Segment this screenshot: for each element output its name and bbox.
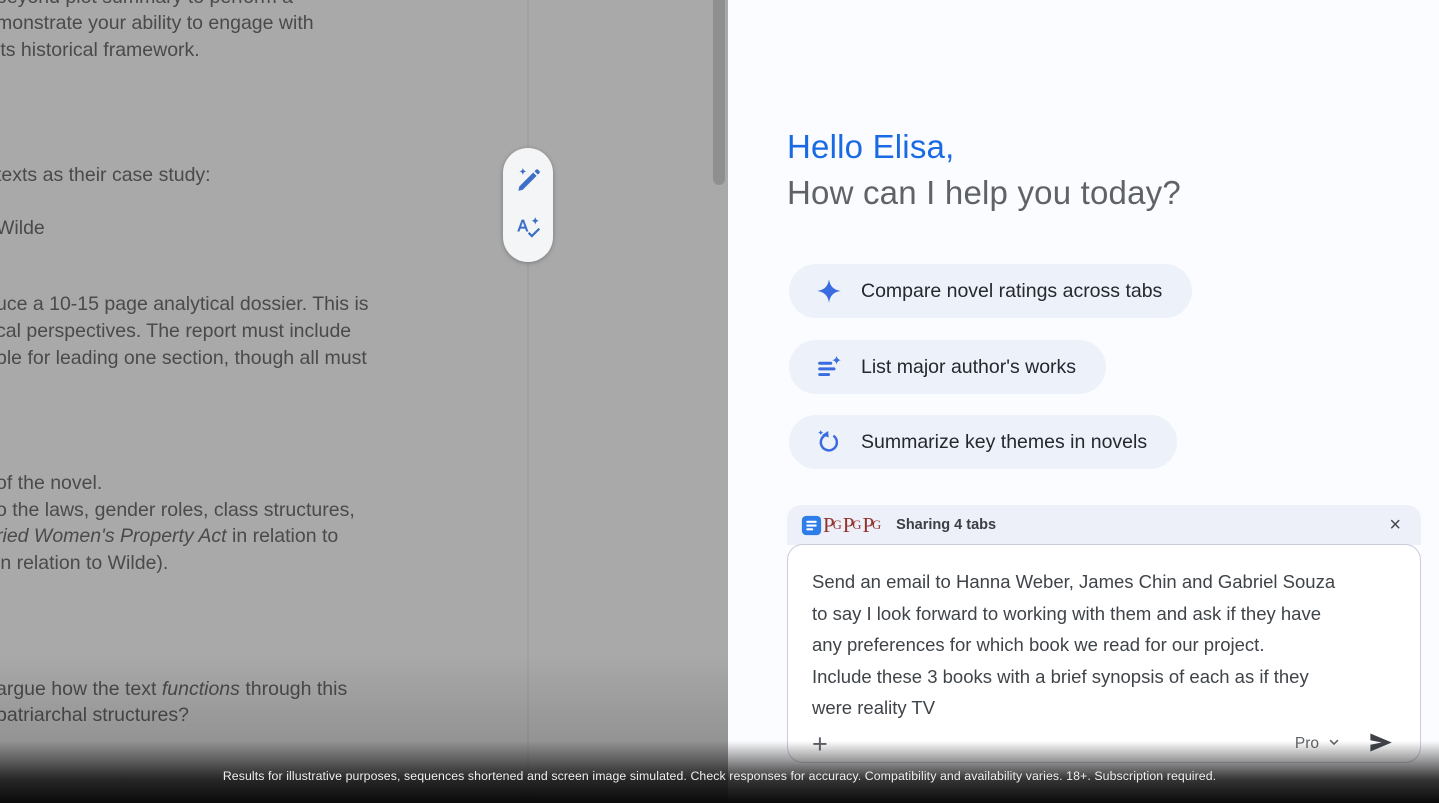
document-text-line: in relation to Wilde). xyxy=(0,550,168,577)
sharing-tabs-label: Sharing 4 tabs xyxy=(896,517,996,533)
document-text-line: patriarchal structures? xyxy=(0,702,189,729)
refresh-spark-icon xyxy=(815,429,842,456)
pencil-spark-icon xyxy=(515,166,542,196)
greeting: Hello Elisa, How can I help you today? xyxy=(787,124,1181,216)
suggestion-chip-compare-ratings[interactable]: Compare novel ratings across tabs xyxy=(789,264,1192,318)
disclaimer-text: Results for illustrative purposes, seque… xyxy=(0,769,1439,783)
document-text-line: uce a 10-15 page analytical dossier. Thi… xyxy=(0,291,369,318)
gemini-spark-icon xyxy=(815,278,842,305)
spellcheck-spark-icon xyxy=(515,214,542,244)
suggestion-chip-list-works[interactable]: List major author's works xyxy=(789,340,1106,394)
gutenberg-favicon: PG xyxy=(823,515,842,536)
document-text-line: of the novel. xyxy=(0,470,102,497)
proofread-button[interactable] xyxy=(514,215,542,243)
close-icon[interactable]: × xyxy=(1387,515,1403,535)
dimmed-document-backdrop: beyond plot summary to perform a monstra… xyxy=(0,0,728,803)
gemini-side-panel: Hello Elisa, How can I help you today? C… xyxy=(728,0,1439,803)
sharing-tabs-bar: PG PG PG Sharing 4 tabs × xyxy=(787,505,1421,545)
shared-tab-favicons: PG PG PG xyxy=(801,515,881,536)
prompt-text-line: any preferences for which book we read f… xyxy=(812,629,1402,661)
document-page-divider xyxy=(527,0,529,803)
document-text-line: o the laws, gender roles, class structur… xyxy=(0,497,355,524)
disclaimer-bar: Results for illustrative purposes, seque… xyxy=(0,741,1439,803)
list-spark-icon xyxy=(815,354,842,381)
prompt-text-line: Include these 3 books with a brief synop… xyxy=(812,661,1402,693)
writing-tools-pill xyxy=(503,148,553,262)
document-scrollbar-thumb[interactable] xyxy=(713,0,725,185)
prompt-input-card: Send an email to Hanna Weber, James Chin… xyxy=(787,544,1421,763)
document-text-line: its historical framework. xyxy=(0,37,200,64)
document-text-line: argue how the text functions through thi… xyxy=(0,676,347,703)
help-me-write-button[interactable] xyxy=(514,167,542,195)
prompt-text-line: were reality TV xyxy=(812,692,1402,724)
gutenberg-favicon: PG xyxy=(843,515,862,536)
gutenberg-favicon: PG xyxy=(862,515,881,536)
prompt-text-line: Send an email to Hanna Weber, James Chin… xyxy=(812,566,1402,598)
document-text-line: texts as their case study: xyxy=(0,162,211,189)
prompt-text-line: to say I look forward to working with th… xyxy=(812,598,1402,630)
document-text-line: monstrate your ability to engage with xyxy=(0,10,314,37)
document-text-line: cal perspectives. The report must includ… xyxy=(0,318,351,345)
greeting-question: How can I help you today? xyxy=(787,170,1181,216)
greeting-name: Hello Elisa, xyxy=(787,124,1181,170)
document-text-line: ried Women's Property Act in relation to xyxy=(0,523,338,550)
google-docs-favicon xyxy=(801,515,822,536)
prompt-textarea[interactable]: Send an email to Hanna Weber, James Chin… xyxy=(812,566,1402,724)
document-text-line: ble for leading one section, though all … xyxy=(0,345,367,372)
suggestion-chip-summarize-themes[interactable]: Summarize key themes in novels xyxy=(789,415,1177,469)
document-text-line: Wilde xyxy=(0,215,45,242)
